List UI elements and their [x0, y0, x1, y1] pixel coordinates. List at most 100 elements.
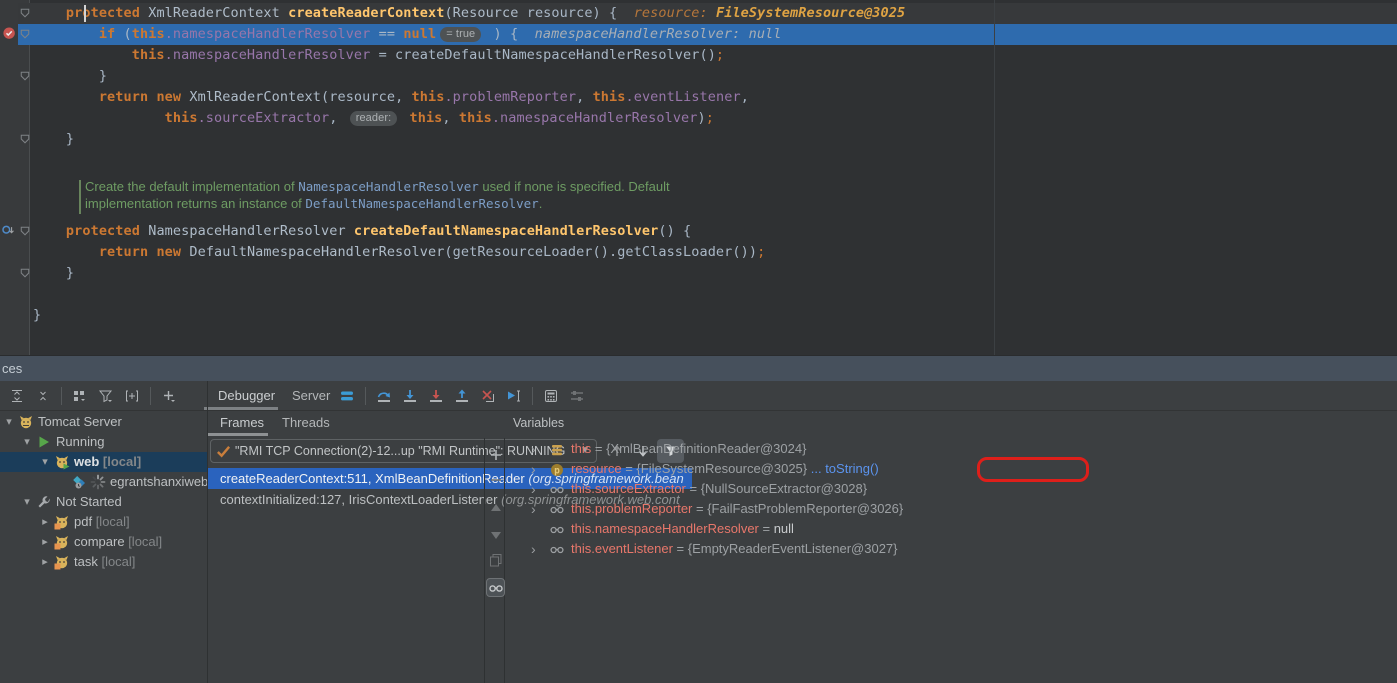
drop-frame-icon[interactable]: [475, 384, 501, 408]
code-segment: resource:: [634, 5, 716, 21]
code-segment: .namespaceHandlerResolver: [492, 110, 698, 126]
tree-row-tomcat-server[interactable]: ▾Tomcat Server: [0, 412, 207, 432]
step-over-icon[interactable]: [371, 384, 397, 408]
rendered-doc-comment[interactable]: Create the default implementation of Nam…: [79, 178, 670, 212]
tab-server[interactable]: Server: [292, 381, 330, 410]
move-watch-down-icon[interactable]: [486, 525, 505, 544]
add-icon[interactable]: [156, 384, 182, 408]
tree-row-suffix: [local]: [99, 454, 141, 469]
tree-row-running[interactable]: ▾Running: [0, 432, 207, 452]
step-out-icon[interactable]: [449, 384, 475, 408]
code-block-2[interactable]: protected NamespaceHandlerResolver creat…: [0, 221, 1397, 326]
code-line[interactable]: return new XmlReaderContext(resource, th…: [0, 87, 1397, 108]
code-editor[interactable]: protected XmlReaderContext createReaderC…: [0, 0, 1397, 355]
fold-marker-icon[interactable]: [20, 134, 30, 144]
code-block-1[interactable]: protected XmlReaderContext createReaderC…: [0, 3, 1397, 150]
force-step-into-icon[interactable]: [423, 384, 449, 408]
breakpoint-verified-icon[interactable]: [3, 27, 17, 41]
layout-settings-icon[interactable]: [564, 384, 590, 408]
chevron-right-icon[interactable]: ›: [531, 459, 536, 479]
chevron-down-icon[interactable]: ▾: [20, 432, 34, 452]
chevron-down-icon[interactable]: ▾: [2, 412, 16, 432]
chevron-right-icon[interactable]: ›: [531, 439, 536, 459]
code-segment: [401, 110, 409, 126]
code-line[interactable]: [0, 284, 1397, 305]
code-segment: null: [403, 26, 436, 42]
code-segment: createDefaultNamespaceHandlerResolver: [354, 223, 658, 239]
code-line[interactable]: }: [0, 66, 1397, 87]
tree-row-web[interactable]: ▾web [local]: [0, 452, 207, 472]
variable-name: this.problemReporter: [571, 501, 692, 516]
duplicate-watch-icon[interactable]: [486, 550, 505, 569]
move-watch-up-icon[interactable]: [486, 498, 505, 517]
code-segment: () {: [658, 223, 691, 239]
code-segment: [33, 26, 99, 42]
tree-row-egrantshanxiweb[interactable]: egrantshanxiweb: [0, 472, 207, 492]
show-watches-icon[interactable]: [486, 578, 505, 597]
code-segment: DefaultNamespaceHandlerResolver: [189, 244, 444, 260]
debug-toolbar-row: Debugger Server: [0, 381, 1397, 411]
code-segment: ;: [757, 244, 765, 260]
fold-marker-icon[interactable]: [20, 268, 30, 278]
code-line[interactable]: this.sourceExtractor, reader: this, this…: [0, 108, 1397, 129]
analyze-frame-icon[interactable]: [119, 384, 145, 408]
tree-row-pdf[interactable]: ▸pdf [local]: [0, 512, 207, 532]
add-watch-icon[interactable]: [486, 445, 505, 464]
pause-icon[interactable]: [334, 384, 360, 408]
code-segment: XmlReaderContext: [189, 89, 321, 105]
groupby-icon[interactable]: [67, 384, 93, 408]
tree-row-suffix: [local]: [92, 514, 130, 529]
services-tree[interactable]: ▾Tomcat Server▾Running▾web [local]egrant…: [0, 411, 207, 683]
tree-row-not-started[interactable]: ▾Not Started: [0, 492, 207, 512]
code-line[interactable]: protected NamespaceHandlerResolver creat…: [0, 221, 1397, 242]
code-line[interactable]: protected XmlReaderContext createReaderC…: [0, 3, 1397, 24]
code-segment: createReaderContext: [288, 5, 444, 21]
code-line[interactable]: }: [0, 305, 1397, 326]
chevron-right-icon[interactable]: ›: [531, 499, 536, 519]
code-segment: [33, 244, 99, 260]
code-line[interactable]: }: [0, 129, 1397, 150]
step-into-icon[interactable]: [397, 384, 423, 408]
collapse-all-icon[interactable]: [30, 384, 56, 408]
tab-debugger[interactable]: Debugger: [218, 381, 275, 410]
override-marker-icon[interactable]: [1, 224, 16, 238]
tree-row-label: compare [local]: [74, 532, 162, 552]
fold-marker-icon[interactable]: [20, 8, 30, 18]
chevron-right-icon[interactable]: ▸: [38, 512, 52, 532]
fold-marker-icon[interactable]: [20, 29, 30, 39]
watch-glasses-icon: [549, 502, 564, 517]
expand-all-icon[interactable]: [4, 384, 30, 408]
tostring-link[interactable]: ... toString(): [807, 461, 879, 476]
code-segment: .namespaceHandlerResolver: [165, 47, 371, 63]
code-segment: .namespaceHandlerResolver: [165, 26, 371, 42]
toolwindow-header[interactable]: ces: [0, 355, 1397, 381]
chevron-right-icon[interactable]: ›: [531, 479, 536, 499]
code-line[interactable]: if (this.namespaceHandlerResolver == nul…: [0, 24, 1397, 45]
code-segment: (resource,: [321, 89, 412, 105]
run-to-cursor-icon[interactable]: [501, 384, 527, 408]
chevron-right-icon[interactable]: ▸: [38, 552, 52, 572]
tree-row-suffix: [local]: [125, 534, 163, 549]
code-line[interactable]: }: [0, 263, 1397, 284]
doc-text: used if none is specified. Default: [479, 179, 670, 194]
chevron-right-icon[interactable]: ▸: [38, 532, 52, 552]
chevron-down-icon[interactable]: ▾: [20, 492, 34, 512]
chevron-right-icon[interactable]: ›: [531, 539, 536, 559]
filter-icon[interactable]: [93, 384, 119, 408]
code-line[interactable]: return new DefaultNamespaceHandlerResolv…: [0, 242, 1397, 263]
code-segment: [33, 5, 66, 21]
code-segment: [140, 223, 148, 239]
tree-row-task[interactable]: ▸ task [local]: [0, 552, 207, 572]
code-segment: [33, 47, 132, 63]
code-segment: [33, 223, 66, 239]
tree-row-label: task [local]: [74, 552, 135, 572]
panel-divider[interactable]: [207, 381, 208, 683]
fold-marker-icon[interactable]: [20, 226, 30, 236]
remove-watch-icon[interactable]: [486, 470, 505, 489]
code-line[interactable]: this.namespaceHandlerResolver = createDe…: [0, 45, 1397, 66]
evaluate-expression-icon[interactable]: [538, 384, 564, 408]
tab-threads[interactable]: Threads: [282, 411, 330, 436]
fold-marker-icon[interactable]: [20, 71, 30, 81]
tree-row-compare[interactable]: ▸ compare [local]: [0, 532, 207, 552]
chevron-down-icon[interactable]: ▾: [38, 452, 52, 472]
